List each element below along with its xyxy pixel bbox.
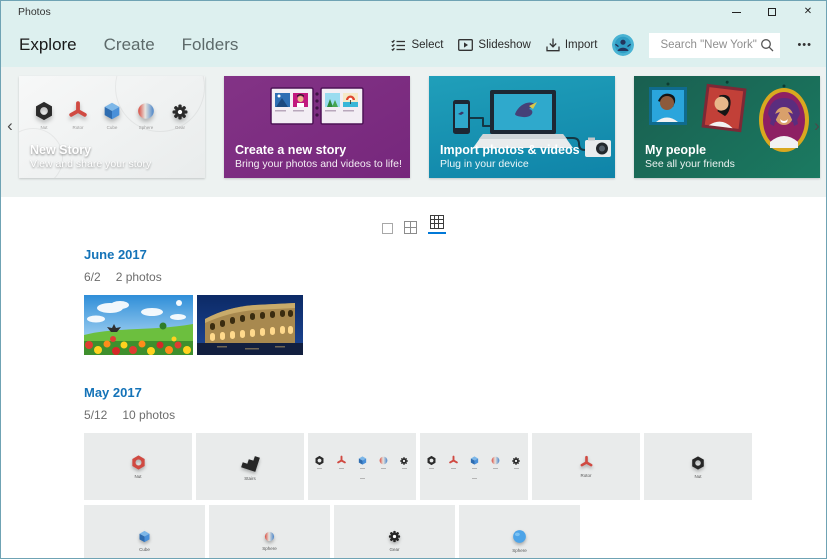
carousel-prev-button[interactable]: ‹ — [3, 114, 17, 138]
photos-app-window: Photos ✕ Explore Create Folders Select S… — [0, 0, 827, 559]
select-label: Select — [411, 39, 444, 51]
view-size-large-button[interactable] — [381, 223, 393, 234]
tab-create[interactable]: Create — [104, 35, 155, 55]
selected-view-underline — [427, 232, 446, 234]
title-bar: Photos ✕ — [1, 1, 826, 23]
view-size-medium-button[interactable] — [403, 221, 417, 234]
object-caption: Sphere — [512, 547, 527, 553]
object-caption: Nut — [40, 125, 48, 130]
card-subtitle: Bring your photos and videos to life! — [235, 158, 402, 170]
card-title: Create a new story — [235, 143, 347, 157]
banner-carousel: ‹ Nut Rotor Cube Sphere Gear New Story V… — [1, 67, 826, 197]
object-caption: Sphere — [262, 545, 277, 551]
object-caption: Sphere — [138, 125, 154, 130]
month-header[interactable]: May 2017 — [84, 385, 142, 400]
tab-explore[interactable]: Explore — [19, 35, 77, 55]
object-caption: Stairs — [244, 476, 256, 481]
photo-row: Nut Stairs Rotor Nut — [84, 433, 826, 500]
maximize-icon — [768, 8, 776, 16]
import-label: Import — [564, 39, 598, 51]
object-caption: Rotor — [580, 473, 592, 478]
section-count: 10 photos — [122, 408, 176, 422]
minimize-icon — [731, 11, 741, 13]
section-date: 6/2 — [84, 270, 101, 284]
maximize-button[interactable] — [754, 1, 790, 23]
import-icon — [546, 38, 560, 52]
zoom-level-bar — [1, 197, 826, 234]
photo-thumbnail-colosseum[interactable] — [197, 295, 303, 355]
photo-thumbnail-black-gear[interactable]: Gear — [334, 505, 455, 558]
photo-thumbnail-red-nut[interactable]: Nut — [84, 433, 192, 500]
window-controls: ✕ — [718, 1, 826, 23]
select-icon — [391, 39, 406, 51]
object-caption: Gear — [174, 125, 185, 130]
photo-thumbnail-object-scene[interactable] — [420, 433, 528, 500]
section-meta: 6/2 2 photos — [84, 270, 826, 284]
gallery-content: June 2017 6/2 2 photos May 2017 5/12 10 … — [1, 197, 826, 558]
grid-1x1-icon — [381, 223, 393, 234]
story-objects-row: Nut Rotor Cube Sphere Gear — [29, 100, 195, 130]
object-caption: Rotor — [72, 125, 84, 130]
nav-bar: Explore Create Folders Select Slideshow … — [1, 23, 826, 67]
see-more-icon[interactable]: ••• — [795, 37, 814, 53]
slideshow-icon — [458, 39, 474, 51]
carousel-next-button[interactable]: › — [810, 114, 824, 138]
section-june-2017: June 2017 6/2 2 photos — [84, 246, 826, 355]
view-size-small-button[interactable] — [427, 215, 446, 234]
nav-tabs: Explore Create Folders — [19, 35, 238, 55]
card-title: My people — [645, 143, 707, 157]
close-button[interactable]: ✕ — [790, 1, 826, 23]
photo-thumbnail-meadow[interactable] — [84, 295, 193, 355]
card-title: Import photos & videos — [440, 143, 580, 157]
grid-3x3-icon — [429, 215, 444, 229]
tab-folders[interactable]: Folders — [182, 35, 239, 55]
object-caption: Nut — [134, 474, 142, 479]
object-caption: Nut — [694, 473, 702, 479]
photo-row: Cube Sphere Gear Sphere — [84, 505, 826, 558]
photo-row — [84, 295, 826, 355]
banner-card-import[interactable]: Import photos & videos Plug in your devi… — [429, 76, 615, 178]
window-title: Photos — [18, 6, 51, 18]
photo-thumbnail-black-nut[interactable]: Nut — [644, 433, 752, 500]
import-button[interactable]: Import — [546, 38, 598, 52]
photo-thumbnail-striped-sphere[interactable]: Sphere — [209, 505, 330, 558]
minimize-button[interactable] — [718, 1, 754, 23]
object-caption: Cube — [106, 125, 118, 130]
toolbar: Select Slideshow Import Search "New York… — [391, 32, 814, 58]
mini-objects-row — [426, 455, 521, 469]
grid-2x2-icon — [403, 221, 417, 234]
account-avatar[interactable] — [612, 34, 635, 56]
close-icon: ✕ — [803, 6, 813, 17]
slideshow-label: Slideshow — [478, 39, 531, 51]
search-icon[interactable] — [760, 38, 774, 52]
search-box[interactable] — [649, 32, 781, 58]
select-button[interactable]: Select — [391, 39, 443, 52]
avatar-person-icon — [612, 34, 635, 56]
section-meta: 5/12 10 photos — [84, 408, 826, 422]
section-date: 5/12 — [84, 408, 108, 422]
mini-objects-row — [314, 455, 409, 469]
card-subtitle: See all your friends — [645, 158, 735, 170]
section-may-2017: May 2017 5/12 10 photos Nut Stairs Rotor… — [84, 384, 826, 558]
object-caption: Cube — [139, 546, 150, 552]
card-subtitle: View and share your story — [30, 158, 152, 170]
month-header[interactable]: June 2017 — [84, 247, 147, 262]
object-caption: Gear — [389, 546, 400, 552]
banner-card-new-story[interactable]: Nut Rotor Cube Sphere Gear New Story Vie… — [19, 76, 205, 178]
photo-thumbnail-blue-sphere[interactable]: Sphere — [459, 505, 580, 558]
section-count: 2 photos — [115, 270, 162, 284]
card-title: New Story — [30, 143, 92, 157]
photo-thumbnail-object-scene[interactable] — [308, 433, 416, 500]
slideshow-button[interactable]: Slideshow — [458, 39, 531, 51]
photo-thumbnail-blue-cube[interactable]: Cube — [84, 505, 205, 558]
search-input[interactable] — [658, 38, 761, 52]
photo-thumbnail-stairs[interactable]: Stairs — [196, 433, 304, 500]
banner-card-create-story[interactable]: Create a new story Bring your photos and… — [224, 76, 410, 178]
photo-thumbnail-red-rotor[interactable]: Rotor — [532, 433, 640, 500]
card-subtitle: Plug in your device — [440, 158, 529, 170]
banner-card-my-people[interactable]: My people See all your friends — [634, 76, 820, 178]
